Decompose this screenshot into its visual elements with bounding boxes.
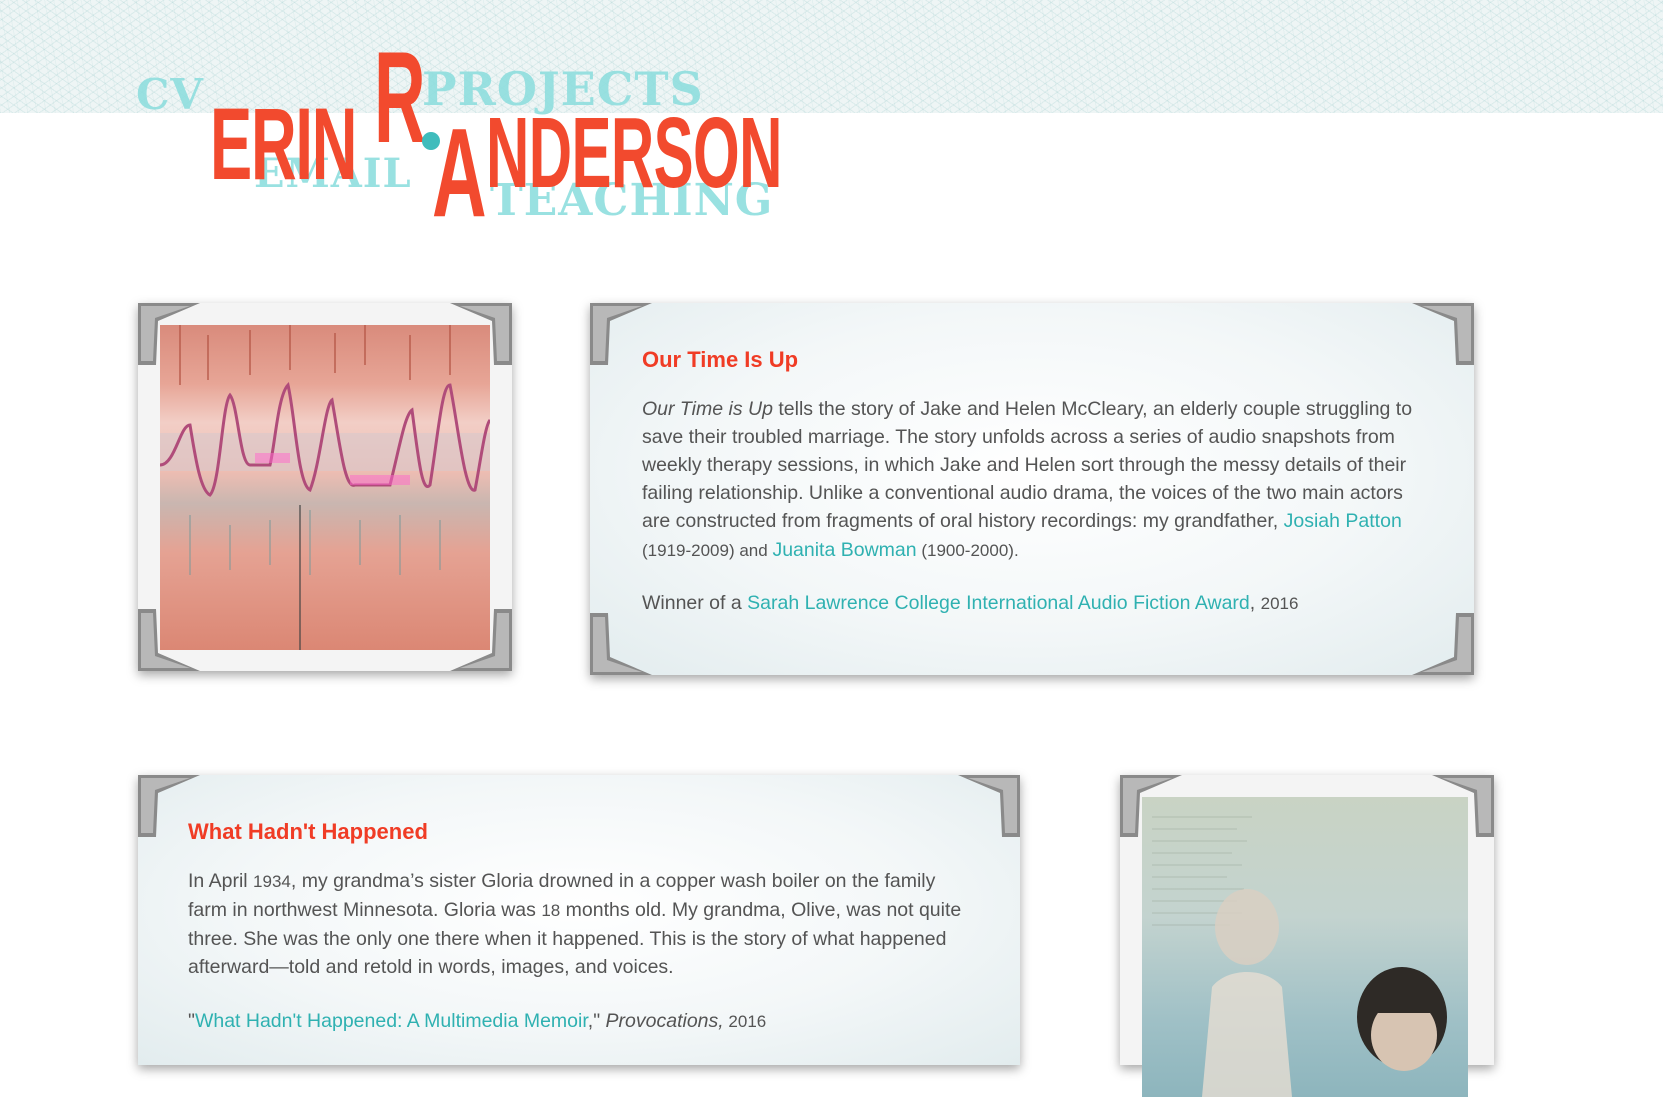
photo-corner-icon xyxy=(1432,775,1494,837)
photo-corner-icon xyxy=(1120,775,1182,837)
photo-corner-icon xyxy=(958,775,1020,837)
project-title[interactable]: Our Time Is Up xyxy=(642,347,798,373)
dates-text: (1900-2000). xyxy=(916,541,1019,560)
citation-quote: " xyxy=(188,1010,195,1032)
dates-text: (1919-2009) and xyxy=(642,541,773,560)
award-sep: , xyxy=(1249,592,1261,614)
citation-journal: Provocations, xyxy=(605,1010,724,1032)
citation-quote: ," xyxy=(587,1010,606,1032)
photo-corner-icon xyxy=(138,609,200,671)
name-first: ERIN xyxy=(210,87,357,201)
photo-corner-icon xyxy=(1412,303,1474,365)
description-number: 18 xyxy=(541,901,561,920)
vintage-photo-artwork xyxy=(1142,797,1468,1097)
nav-cv-link[interactable]: CV xyxy=(136,70,204,119)
award-prefix: Winner of a xyxy=(642,592,748,614)
project-title[interactable]: What Hadn't Happened xyxy=(188,819,428,845)
juanita-bowman-link[interactable]: Juanita Bowman xyxy=(772,539,916,561)
project-image-card[interactable] xyxy=(138,303,512,671)
site-logo: CV PROJECTS EMAIL TEACHING ERIN R A NDER… xyxy=(0,0,820,243)
description-year: 1934 xyxy=(253,872,291,891)
award-line: Winner of a Sarah Lawrence College Inter… xyxy=(642,589,1442,618)
project-image-card[interactable] xyxy=(1120,775,1494,1097)
photo-corner-icon xyxy=(138,303,200,365)
photo-corner-icon xyxy=(590,613,652,675)
award-link[interactable]: Sarah Lawrence College International Aud… xyxy=(747,592,1250,614)
project-text-card: What Hadn't Happened In April 1934, my g… xyxy=(138,775,1020,1065)
name-last-initial: A xyxy=(432,102,487,243)
photo-corner-icon xyxy=(138,775,200,837)
name-last-rest: NDERSON xyxy=(486,97,782,209)
photo-corner-icon xyxy=(450,609,512,671)
project-description: In April 1934, my grandma’s sister Glori… xyxy=(188,867,968,981)
name-initial: R xyxy=(374,24,426,170)
waveform-artwork xyxy=(160,325,490,650)
photo-corner-icon xyxy=(450,303,512,365)
description-text: In April xyxy=(188,870,254,892)
citation-link[interactable]: What Hadn't Happened: A Multimedia Memoi… xyxy=(195,1010,588,1032)
project-text-card: Our Time Is Up Our Time is Up tells the … xyxy=(590,303,1474,675)
josiah-patton-link[interactable]: Josiah Patton xyxy=(1284,510,1402,532)
photo-corner-icon xyxy=(1412,613,1474,675)
citation-line: "What Hadn't Happened: A Multimedia Memo… xyxy=(188,1007,988,1036)
citation-year: 2016 xyxy=(723,1012,767,1031)
photo-corner-icon xyxy=(590,303,652,365)
award-year: 2016 xyxy=(1260,594,1299,613)
project-title-italic: Our Time is Up xyxy=(642,398,773,420)
project-description: Our Time is Up tells the story of Jake a… xyxy=(642,395,1422,565)
